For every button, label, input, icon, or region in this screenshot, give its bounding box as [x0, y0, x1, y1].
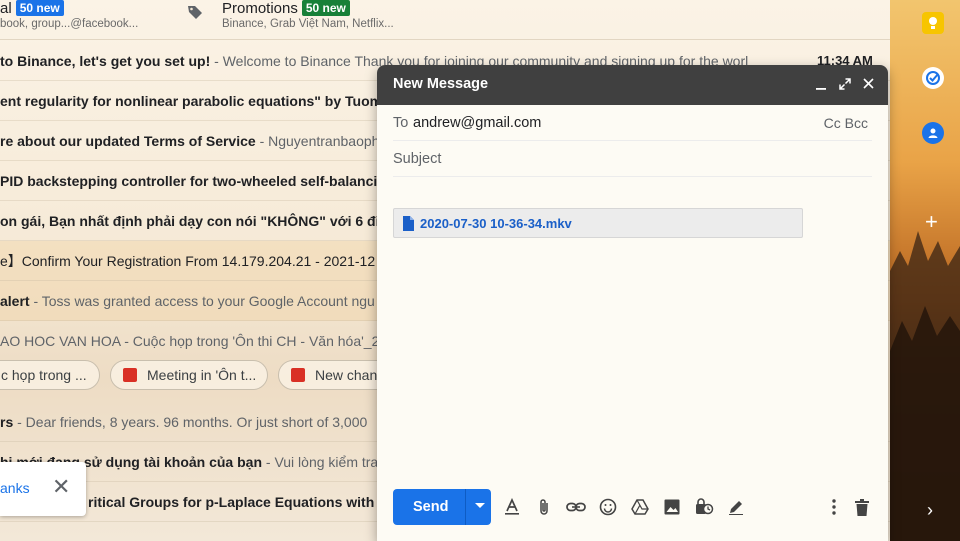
new-badge: 50 new — [15, 0, 64, 16]
send-divider — [465, 489, 466, 525]
event-chip[interactable]: c họp trong ... — [0, 360, 100, 390]
link-icon[interactable] — [565, 496, 587, 518]
email-subject: re about our updated Terms of Service — [0, 133, 256, 149]
snackbar-link[interactable]: anks — [0, 480, 30, 496]
chevron-right-icon[interactable]: › — [927, 500, 933, 521]
compose-header[interactable]: New Message — [377, 65, 888, 105]
compose-toolbar: Send — [377, 489, 888, 525]
calendar-icon — [123, 368, 137, 382]
cc-bcc-link[interactable]: Cc Bcc — [824, 115, 868, 131]
event-chip-label: New chan — [315, 367, 378, 383]
email-snippet: AO HOC VAN HOA - Cuộc họp trong 'Ôn thi … — [0, 333, 388, 349]
email-snippet: - Dear friends, 8 years. 96 months. Or j… — [13, 414, 368, 430]
attachment-chip[interactable]: 2020-07-30 10-36-34.mkv — [393, 208, 803, 238]
email-subject: ent regularity for nonlinear parabolic e… — [0, 93, 391, 109]
compose-title: New Message — [393, 76, 489, 92]
tab-promotions[interactable]: Promotions 50 new Binance, Grab Việt Nam,… — [188, 0, 394, 30]
email-subject: on gái, Bạn nhất định phải dạy con nói "… — [0, 213, 409, 229]
to-field[interactable]: To andrew@gmail.com Cc Bcc — [393, 105, 872, 141]
more-send-options-icon[interactable] — [475, 503, 485, 508]
tab-promotions-senders: Binance, Grab Việt Nam, Netflix... — [222, 18, 394, 30]
snackbar: anks ✕ — [0, 462, 86, 516]
drive-icon[interactable] — [629, 496, 651, 518]
recipient-value[interactable]: andrew@gmail.com — [413, 115, 541, 131]
attachment-filename: 2020-07-30 10-36-34.mkv — [420, 216, 572, 231]
new-badge: 50 new — [301, 0, 350, 16]
email-snippet: - Nguyentranbaophu — [255, 133, 388, 149]
email-snippet: - Toss was granted access to your Google… — [29, 293, 375, 309]
tab-social-senders: book, group...@facebook... — [0, 18, 139, 30]
subject-placeholder: Subject — [393, 151, 442, 167]
discard-draft-icon[interactable] — [851, 496, 873, 518]
close-icon[interactable] — [859, 75, 877, 89]
formatting-icon[interactable] — [501, 496, 523, 518]
calendar-icon — [291, 368, 305, 382]
forest-silhouette — [890, 231, 960, 541]
tab-social[interactable]: al 50 new book, group...@facebook... — [0, 0, 138, 30]
compose-window: New Message To andrew@gmail.com Cc Bcc S… — [377, 65, 888, 541]
email-snippet: - Vui lòng kiểm tra s — [262, 454, 390, 470]
event-chip-label: Meeting in 'Ôn t... — [147, 367, 257, 383]
email-snippet: e】Confirm Your Registration From 14.179.… — [0, 253, 376, 269]
minimize-icon[interactable] — [812, 75, 830, 91]
emoji-icon[interactable] — [597, 496, 619, 518]
contacts-icon[interactable] — [922, 122, 944, 144]
email-subject: alert — [0, 293, 30, 309]
send-button[interactable]: Send — [393, 489, 491, 525]
send-label: Send — [413, 499, 449, 515]
category-tabs: al 50 new book, group...@facebook... Prom… — [0, 0, 890, 40]
to-label: To — [393, 115, 409, 131]
tag-icon — [188, 6, 202, 19]
attach-icon[interactable] — [533, 496, 555, 518]
tab-social-label: al — [0, 0, 12, 17]
email-subject: to Binance, let's get you set up! — [0, 53, 211, 69]
file-icon — [403, 216, 414, 231]
keep-icon[interactable] — [922, 12, 944, 34]
event-chip[interactable]: Meeting in 'Ôn t... — [110, 360, 268, 390]
email-subject: PID backstepping controller for two-whee… — [0, 173, 395, 189]
fullscreen-icon[interactable] — [836, 75, 854, 90]
tab-promotions-label: Promotions — [222, 0, 298, 17]
side-panel: + › — [890, 0, 960, 541]
subject-field[interactable]: Subject — [393, 141, 872, 177]
tasks-icon[interactable] — [922, 67, 944, 89]
event-chip-label: c họp trong ... — [1, 367, 87, 383]
close-icon[interactable]: ✕ — [52, 476, 70, 498]
email-subject: rs — [0, 414, 14, 430]
add-addon-icon[interactable]: + — [925, 211, 938, 233]
confidential-mode-icon[interactable] — [693, 496, 715, 518]
photo-icon[interactable] — [661, 496, 683, 518]
more-options-icon[interactable] — [823, 496, 845, 518]
signature-icon[interactable] — [725, 496, 747, 518]
